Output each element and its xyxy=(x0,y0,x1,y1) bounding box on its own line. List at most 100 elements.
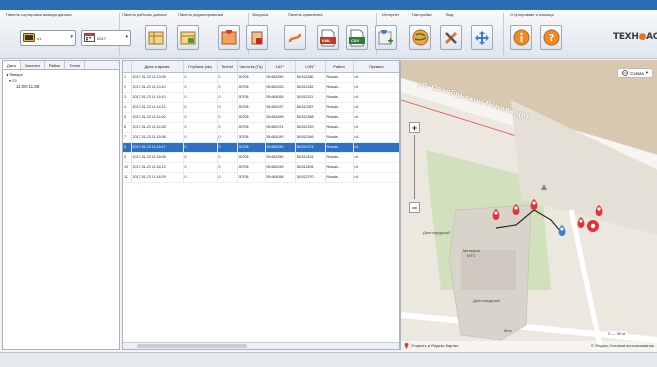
table-row[interactable]: 8 2017-01-23 11:15:17 0 0 30708 55.681050 38.8… xyxy=(123,142,399,153)
table-cell: 38.812404 xyxy=(295,152,326,163)
tree-node-interval[interactable]: 11:00-11:59 xyxy=(6,84,116,90)
zoom-slider-track[interactable] xyxy=(414,135,415,199)
table-cell: n1 xyxy=(353,82,399,93)
table-header-row: Дата и время Глубина (км) TechId Частота… xyxy=(123,61,399,73)
view-button[interactable] xyxy=(471,25,493,50)
year-select[interactable]: 2017 ▾ xyxy=(81,30,131,46)
column-header-note[interactable]: Примеч. xyxy=(353,61,399,73)
delete-icon xyxy=(249,30,265,46)
poi-label: Мегафон МТС xyxy=(463,248,480,258)
table-cell: Russia... xyxy=(325,92,354,103)
table-cell: 38.812280 xyxy=(295,72,326,83)
table-cell: 0 xyxy=(183,72,218,83)
table-cell: 0 xyxy=(217,162,238,173)
chevron-down-icon: ▾ xyxy=(70,34,73,40)
table-cell: 0 xyxy=(183,82,218,93)
workspace-button-2[interactable] xyxy=(177,25,199,50)
column-header-depth[interactable]: Глубина (км) xyxy=(183,61,218,73)
tab-region[interactable]: Район xyxy=(45,61,66,69)
load-button[interactable] xyxy=(284,25,306,50)
device-select[interactable]: x1 ▾ xyxy=(20,30,76,46)
table-row[interactable]: 2 2017-01-23 11:13:10 0 0 30708 55.681053 38.8… xyxy=(123,82,399,93)
table-cell: 7 xyxy=(123,132,132,143)
table-row[interactable]: 10 2017-01-23 11:16:13 0 0 30708 55.681049 38.… xyxy=(123,162,399,173)
left-panel-tabs: Дата Частота Район Тесты xyxy=(3,61,119,70)
table-cell: 5 xyxy=(123,112,132,123)
table-cell: 2017-01-23 11:16:13 xyxy=(131,162,184,173)
table-cell: 30708 xyxy=(237,162,266,173)
table-row[interactable]: 5 2017-01-23 11:14:20 0 0 30708 55.681069 38.8… xyxy=(123,112,399,123)
table-cell: 0 xyxy=(183,132,218,143)
logo-text-2: АС xyxy=(646,32,657,42)
group-label-internet: Интернет xyxy=(382,12,400,17)
table-cell: n1 xyxy=(353,162,399,173)
table-cell: 55.681037 xyxy=(265,102,296,113)
map-panel[interactable]: ул. Октябрьской Революции Схема ▾ + − До… xyxy=(400,60,657,350)
logo-dot: ● xyxy=(638,32,647,42)
table-cell: 2017-01-23 11:14:10 xyxy=(131,92,184,103)
table-cell: Russia... xyxy=(325,172,354,183)
column-header-lat[interactable]: LAT° xyxy=(265,61,296,73)
group-label-edit: Панель редактирования xyxy=(178,12,224,17)
horizontal-scrollbar[interactable] xyxy=(123,342,399,349)
table-cell: 4 xyxy=(123,102,132,113)
export-kml-button[interactable]: KML xyxy=(317,25,339,50)
table-row[interactable]: 6 2017-01-23 11:14:28 0 0 30708 55.681074 38.8… xyxy=(123,122,399,133)
calendar-icon xyxy=(84,32,95,44)
kml-label: KML xyxy=(322,37,331,43)
column-header-region[interactable]: Район xyxy=(325,61,354,73)
zoom-in-button[interactable]: + xyxy=(409,122,420,133)
table-cell: 30708 xyxy=(237,172,266,183)
settings-button[interactable] xyxy=(440,25,462,50)
tab-tests[interactable]: Тесты xyxy=(65,61,86,69)
table-row[interactable]: 9 2017-01-23 11:16:08 0 0 30708 55.681050 38.8… xyxy=(123,152,399,163)
table-cell: 38.812368 xyxy=(295,112,326,123)
help-button[interactable]: ? xyxy=(540,25,562,50)
table-cell: n1 xyxy=(353,172,399,183)
table-cell: Russia... xyxy=(325,162,354,173)
column-header-techid[interactable]: TechId xyxy=(217,61,238,73)
column-header-lon[interactable]: LON° xyxy=(295,61,326,73)
tab-date[interactable]: Дата xyxy=(3,61,21,69)
table-row[interactable]: 11 2017-01-23 11:16:29 0 0 30708 55.681056 38.… xyxy=(123,172,399,183)
table-cell: 0 xyxy=(217,82,238,93)
tab-frequency[interactable]: Частота xyxy=(21,61,45,69)
table-cell: Russia... xyxy=(325,72,354,83)
info-button[interactable] xyxy=(510,25,532,50)
table-cell: n1 xyxy=(353,142,399,153)
poi-label: Мое xyxy=(504,328,512,333)
table-cell: 2017-01-23 11:14:20 xyxy=(131,112,184,123)
year-select-value: 2017 xyxy=(97,35,106,41)
table-cell: 2017-01-23 11:16:08 xyxy=(131,152,184,163)
table-cell: Russia... xyxy=(325,122,354,133)
table-cell: Russia... xyxy=(325,82,354,93)
zoom-out-button[interactable]: − xyxy=(409,202,420,213)
table-row[interactable]: 3 2017-01-23 11:14:10 0 0 30708 55.681055 38.8… xyxy=(123,92,399,103)
column-header-frequency[interactable]: Частота (Гц) xyxy=(237,61,266,73)
column-header[interactable] xyxy=(123,61,132,73)
group-label-settings: Настройки xyxy=(412,12,432,17)
table-cell: 0 xyxy=(217,102,238,113)
internet-button[interactable] xyxy=(409,25,431,50)
table-cell: 0 xyxy=(183,102,218,113)
table-row[interactable]: 4 2017-01-23 11:14:13 0 0 30708 55.681037 38.8… xyxy=(123,102,399,113)
scrollbar-thumb[interactable] xyxy=(137,344,247,348)
table-cell: 55.681055 xyxy=(265,92,296,103)
edit-button-2[interactable] xyxy=(246,25,268,50)
chevron-down-icon: ▾ xyxy=(125,34,128,40)
table-cell: Russia... xyxy=(325,112,354,123)
globe-icon xyxy=(622,69,629,77)
map-mode-button[interactable]: Схема ▾ xyxy=(617,68,653,78)
compare-add-button[interactable] xyxy=(375,25,397,50)
export-csv-button[interactable]: CSV xyxy=(346,25,368,50)
data-table: Дата и время Глубина (км) TechId Частота… xyxy=(122,60,400,350)
column-header-datetime[interactable]: Дата и время xyxy=(131,61,184,73)
map-copyright[interactable]: © Яндекс Условия использования xyxy=(591,343,654,348)
table-row[interactable]: 7 2017-01-23 11:15:08 0 0 30708 55.681049 38.8… xyxy=(123,132,399,143)
edit-button-1[interactable] xyxy=(218,25,240,50)
open-in-yandex-link[interactable]: Открыть в Яндекс.Картах xyxy=(404,342,458,350)
workspace-button-1[interactable] xyxy=(145,25,167,50)
table-cell: 2017-01-23 11:13:10 xyxy=(131,82,184,93)
table-cell: Russia... xyxy=(325,142,354,153)
table-row[interactable]: 1 2017-01-23 11:13:08 0 0 30708 55.681050 38.8… xyxy=(123,72,399,83)
